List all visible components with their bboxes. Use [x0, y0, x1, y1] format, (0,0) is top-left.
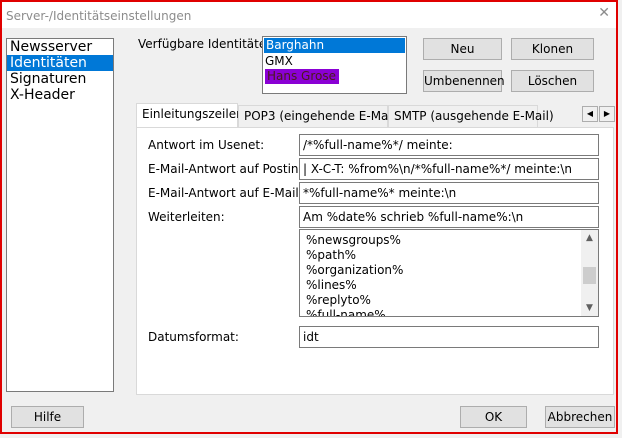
ok-button[interactable]: OK — [460, 406, 527, 428]
list-item[interactable]: %newsgroups% — [300, 233, 598, 248]
list-item[interactable]: %path% — [300, 248, 598, 263]
usenet-reply-label: Antwort im Usenet: — [148, 138, 265, 152]
list-item[interactable]: %organization% — [300, 263, 598, 278]
email-reply-label: E-Mail-Antwort auf E-Mail: — [148, 186, 303, 200]
posting-reply-label: E-Mail-Antwort auf Posting: — [148, 162, 311, 176]
list-item[interactable]: %lines% — [300, 278, 598, 293]
title-bar: Server-/Identitätseinstellungen ✕ — [2, 2, 616, 28]
identity-item[interactable]: Barghahn — [264, 38, 405, 53]
window-title: Server-/Identitätseinstellungen — [6, 9, 192, 23]
cancel-button[interactable]: Abbrechen — [545, 406, 615, 428]
help-button[interactable]: Hilfe — [11, 406, 84, 428]
rename-button[interactable]: Umbenennen — [423, 70, 505, 92]
tab-scroll-right-icon[interactable]: ▶ — [599, 106, 615, 122]
identity-item[interactable]: GMX — [263, 54, 406, 69]
tab-einleitungszeilen[interactable]: Einleitungszeilen — [136, 103, 244, 127]
forward-field[interactable]: Am %date% schrieb %full-name%:\n — [299, 206, 599, 228]
scroll-down-icon[interactable]: ▼ — [581, 300, 598, 316]
date-format-label: Datumsformat: — [148, 330, 239, 344]
posting-reply-field[interactable]: | X-C-T: %from%\n/*%full-name%*/ meinte:… — [299, 158, 599, 180]
delete-button[interactable]: Löschen — [511, 70, 594, 92]
identities-label: Verfügbare Identitäten: — [138, 37, 278, 51]
list-item[interactable]: %replyto% — [300, 293, 598, 308]
close-icon[interactable]: ✕ — [598, 5, 610, 21]
scroll-up-icon[interactable]: ▲ — [581, 230, 598, 246]
identity-item[interactable]: Hans Grose — [265, 69, 339, 84]
tab-pop3[interactable]: POP3 (eingehende E-Mail) — [238, 105, 400, 127]
new-button[interactable]: Neu — [423, 38, 502, 60]
variables-scrollbar[interactable]: ▲ ▼ — [581, 230, 598, 316]
email-reply-field[interactable]: *%full-name%* meinte:\n — [299, 182, 599, 204]
list-item[interactable]: %full-name% — [300, 308, 598, 316]
settings-category-list[interactable]: Newsserver Identitäten Signaturen X-Head… — [6, 38, 114, 392]
forward-label: Weiterleiten: — [148, 210, 225, 224]
nav-item-identitaeten[interactable]: Identitäten — [7, 55, 113, 71]
scrollbar-thumb[interactable] — [583, 267, 596, 284]
tab-smtp[interactable]: SMTP (ausgehende E-Mail) — [388, 105, 554, 127]
nav-item-newsserver[interactable]: Newsserver — [7, 39, 113, 55]
nav-item-signaturen[interactable]: Signaturen — [7, 71, 113, 87]
tab-scroll-left-icon[interactable]: ◀ — [582, 106, 598, 122]
variables-list[interactable]: %newsgroups% %path% %organization% %line… — [299, 229, 599, 317]
identities-list[interactable]: Barghahn GMX Hans Grose — [262, 36, 407, 94]
usenet-reply-field[interactable]: /*%full-name%*/ meinte: — [299, 134, 599, 156]
date-format-field[interactable]: idt — [299, 326, 599, 348]
clone-button[interactable]: Klonen — [511, 38, 594, 60]
nav-item-x-header[interactable]: X-Header — [7, 87, 113, 103]
